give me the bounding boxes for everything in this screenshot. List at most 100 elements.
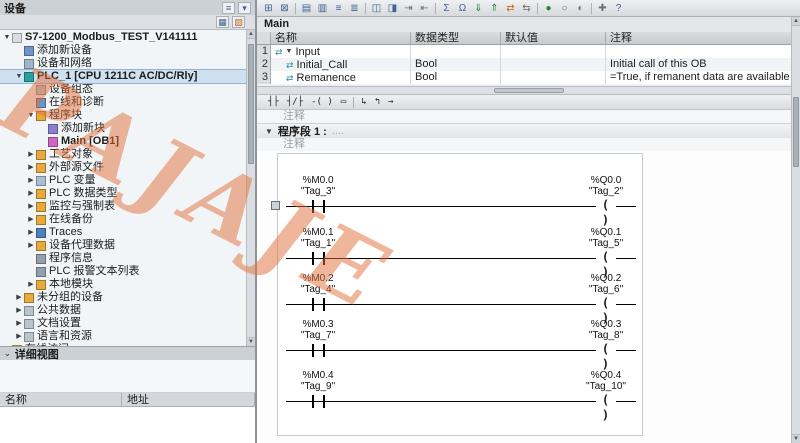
column-datatype[interactable]: 数据类型 — [411, 32, 501, 44]
coil-tag[interactable]: "Tag_8" — [568, 330, 644, 341]
expander-icon[interactable]: ▶ — [26, 213, 36, 226]
coil-tag[interactable]: "Tag_5" — [568, 238, 644, 249]
coil-address[interactable]: %Q0.3 — [568, 319, 644, 330]
tree-item-plc1[interactable]: ▼PLC_1 [CPU 1211C AC/DC/Rly] — [0, 70, 246, 83]
column-default[interactable]: 默认值 — [501, 32, 606, 44]
expander-icon[interactable]: ▶ — [26, 161, 36, 174]
settings-icon[interactable]: ✚ — [595, 2, 610, 15]
tree-item-ungrouped-devices[interactable]: ▶未分组的设备 — [0, 291, 246, 304]
contact-address[interactable]: %M0.3 — [280, 319, 356, 330]
tree-item-plc-tags[interactable]: ▶PLC 变量 — [0, 174, 246, 187]
variable-default[interactable] — [501, 45, 606, 58]
variable-name[interactable]: Remanence — [297, 72, 356, 84]
tree-item-online-backups[interactable]: ▶在线备份 — [0, 213, 246, 226]
splitter-handle-icon[interactable] — [494, 88, 564, 93]
selection-cursor[interactable] — [271, 201, 280, 210]
variable-name[interactable]: Input — [295, 46, 319, 58]
filter-icon[interactable]: ▨ — [232, 16, 245, 28]
interface-row-input[interactable]: 1 ⇄▼Input — [257, 45, 800, 58]
network-comments-icon[interactable]: ◫ — [369, 2, 384, 15]
tree-scrollbar[interactable]: ▲ ▼ — [246, 30, 255, 346]
contact-tag[interactable]: "Tag_9" — [280, 381, 356, 392]
contact-address[interactable]: %M0.1 — [280, 227, 356, 238]
variable-type[interactable] — [411, 45, 501, 58]
editor-scrollbar[interactable]: ▲ ▼ — [791, 17, 800, 443]
coil-symbol[interactable]: ( ) — [596, 393, 616, 409]
tree-item-alarm-texts[interactable]: PLC 报警文本列表 — [0, 265, 246, 278]
expander-icon[interactable]: ▼ — [265, 127, 273, 136]
snapshot-icon[interactable]: ◐ — [573, 2, 588, 15]
tree-item-tech-objects[interactable]: ▶工艺对象 — [0, 148, 246, 161]
tree-item-add-device[interactable]: 添加新设备 — [0, 44, 246, 57]
expander-icon[interactable]: ▶ — [26, 239, 36, 252]
close-branch-icon[interactable]: ↰ — [372, 97, 383, 107]
expander-icon[interactable]: ▶ — [26, 174, 36, 187]
lad-canvas[interactable]: ( ) %M0.0"Tag_3" %Q0.0"Tag_2" ( ) %M0.1"… — [257, 151, 800, 443]
coil-tag[interactable]: "Tag_10" — [568, 381, 644, 392]
insert-network-icon[interactable]: ⊞ — [261, 2, 276, 15]
contact-normally-open[interactable] — [312, 344, 325, 357]
goto-previous-icon[interactable]: ⇤ — [417, 2, 432, 15]
tree-item-local-modules[interactable]: ▶本地模块 — [0, 278, 246, 291]
coil-address[interactable]: %Q0.1 — [568, 227, 644, 238]
symbolic-operands-icon[interactable]: ▥ — [315, 2, 330, 15]
details-col-name[interactable]: 名称 — [0, 393, 122, 406]
empty-box-icon[interactable]: ▭ — [338, 97, 349, 107]
variable-default[interactable] — [501, 58, 606, 71]
contact-normally-open[interactable] — [312, 395, 325, 408]
interface-row-initial-call[interactable]: 2 ⇄Initial_Call Bool Initial call of thi… — [257, 58, 800, 71]
dropdown-icon[interactable]: ▾ — [238, 2, 251, 14]
contact-address[interactable]: %M0.2 — [280, 273, 356, 284]
coil-symbol[interactable]: ( ) — [596, 296, 616, 312]
tree-item-doc-settings[interactable]: ▶文档设置 — [0, 317, 246, 330]
expander-icon[interactable]: ▶ — [26, 148, 36, 161]
expander-icon[interactable]: ▶ — [26, 226, 36, 239]
collapse-networks-icon[interactable]: ≡ — [331, 2, 346, 15]
download-icon[interactable]: ⇓ — [471, 2, 486, 15]
menu-icon[interactable]: ≡ — [222, 2, 235, 14]
tree-item-device-proxy[interactable]: ▶设备代理数据 — [0, 239, 246, 252]
tree-item-traces[interactable]: ▶Traces — [0, 226, 246, 239]
contact-tag[interactable]: "Tag_7" — [280, 330, 356, 341]
tree-scrollbar-thumb[interactable] — [248, 44, 254, 164]
contact-tag[interactable]: "Tag_4" — [280, 284, 356, 295]
variable-name[interactable]: Initial_Call — [297, 59, 348, 71]
coil-address[interactable]: %Q0.2 — [568, 273, 644, 284]
monitoring-off-icon[interactable]: ○ — [557, 2, 572, 15]
variable-comment[interactable] — [606, 45, 800, 58]
favorites-icon[interactable]: ◨ — [385, 2, 400, 15]
coil-address[interactable]: %Q0.4 — [568, 370, 644, 381]
interface-row-remanence[interactable]: 3 ⇄Remanence Bool =True, if remanent dat… — [257, 71, 800, 84]
editor-scrollbar-thumb[interactable] — [793, 97, 799, 167]
expander-icon[interactable]: ▼ — [2, 31, 12, 44]
help-icon[interactable]: ? — [611, 2, 626, 15]
tree-item-common-data[interactable]: ▶公共数据 — [0, 304, 246, 317]
block-comment-placeholder[interactable]: 注释 — [257, 110, 800, 123]
scroll-up-icon[interactable]: ▲ — [792, 17, 800, 26]
tree-item-device-config[interactable]: 设备组态 — [0, 83, 246, 96]
upload-icon[interactable]: ⇑ — [487, 2, 502, 15]
expander-icon[interactable]: ▼ — [286, 46, 293, 58]
variable-type[interactable]: Bool — [411, 58, 501, 71]
scroll-down-icon[interactable]: ▼ — [247, 337, 255, 346]
contact-address[interactable]: %M0.4 — [280, 370, 356, 381]
tree-item-add-block[interactable]: 添加新块 — [0, 122, 246, 135]
network-header[interactable]: ▼ 程序段 1 : .... — [257, 123, 800, 138]
compile-icon[interactable]: Σ — [439, 2, 454, 15]
expander-icon[interactable]: ▶ — [14, 304, 24, 317]
go-online-icon[interactable]: ⇄ — [503, 2, 518, 15]
coil-symbol[interactable]: ( ) — [596, 198, 616, 214]
scroll-up-icon[interactable]: ▲ — [247, 30, 255, 39]
tree-item-program-blocks[interactable]: ▼程序块 — [0, 109, 246, 122]
coil-tag[interactable]: "Tag_6" — [568, 284, 644, 295]
tree-item-online-diag[interactable]: 在线和诊断 — [0, 96, 246, 109]
tree-item-watch-tables[interactable]: ▶监控与强制表 — [0, 200, 246, 213]
absolute-operands-icon[interactable]: ▤ — [299, 2, 314, 15]
variable-default[interactable] — [501, 71, 606, 84]
coil-address[interactable]: %Q0.0 — [568, 175, 644, 186]
column-comment[interactable]: 注释 — [606, 32, 800, 44]
jump-arrow-icon[interactable]: → — [385, 97, 396, 107]
variable-comment[interactable]: Initial call of this OB — [606, 58, 800, 71]
variable-type[interactable]: Bool — [411, 71, 501, 84]
coil-icon[interactable]: -( ) — [308, 97, 336, 107]
